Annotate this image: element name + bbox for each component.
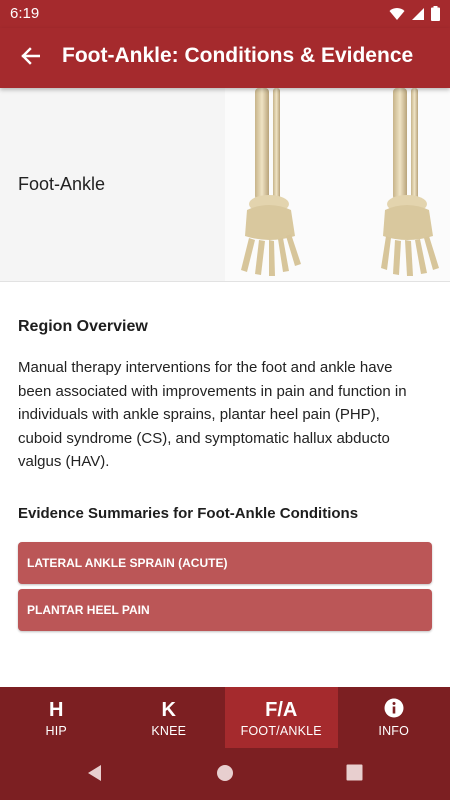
app-bar: Foot-Ankle: Conditions & Evidence (0, 28, 450, 88)
condition-button-lateral-ankle-sprain[interactable]: LATERAL ANKLE SPRAIN (ACUTE) (18, 542, 432, 584)
back-button[interactable] (14, 43, 46, 73)
nav-tab-info[interactable]: INFO (338, 687, 450, 748)
foot-ankle-skeleton-image (225, 88, 450, 281)
status-bar: 6:19 (0, 0, 450, 28)
status-time: 6:19 (10, 5, 40, 22)
info-icon (384, 698, 404, 722)
foot-ankle-letter-icon: F/A (265, 698, 298, 721)
battery-icon (431, 6, 440, 26)
region-name: Foot-Ankle (18, 174, 106, 194)
nav-tab-foot-ankle[interactable]: F/A FOOT/ANKLE (225, 687, 338, 748)
knee-letter-icon: K (161, 698, 176, 721)
nav-tab-label: HIP (45, 723, 67, 738)
page-title: Foot-Ankle: Conditions & Evidence (62, 44, 414, 67)
back-triangle-icon[interactable] (86, 764, 104, 787)
hip-letter-icon: H (49, 698, 64, 721)
nav-tab-label: FOOT/ANKLE (240, 723, 322, 738)
system-navigation-bar (0, 748, 450, 800)
home-circle-icon[interactable] (216, 764, 234, 787)
region-hero: Foot-Ankle (0, 88, 450, 282)
condition-label: LATERAL ANKLE SPRAIN (ACUTE) (27, 556, 228, 570)
nav-tab-label: KNEE (151, 723, 187, 738)
condition-button-plantar-heel-pain[interactable]: PLANTAR HEEL PAIN (18, 589, 432, 631)
nav-tab-label: INFO (378, 723, 410, 738)
condition-label: PLANTAR HEEL PAIN (27, 603, 150, 617)
nav-tab-knee[interactable]: K KNEE (113, 687, 226, 748)
region-overview-heading: Region Overview (18, 318, 148, 335)
evidence-summaries-heading: Evidence Summaries for Foot-Ankle Condit… (18, 505, 359, 522)
wifi-icon (389, 7, 405, 26)
recents-square-icon[interactable] (346, 764, 363, 786)
arrow-left-icon (20, 46, 41, 70)
region-overview-text: Manual therapy interventions for the foo… (18, 359, 407, 470)
nav-tab-hip[interactable]: H HIP (0, 687, 113, 748)
signal-icon (411, 7, 425, 26)
bottom-navigation: H HIP K KNEE F/A FOOT/ANKLE INFO (0, 687, 450, 748)
status-icons (389, 6, 440, 26)
